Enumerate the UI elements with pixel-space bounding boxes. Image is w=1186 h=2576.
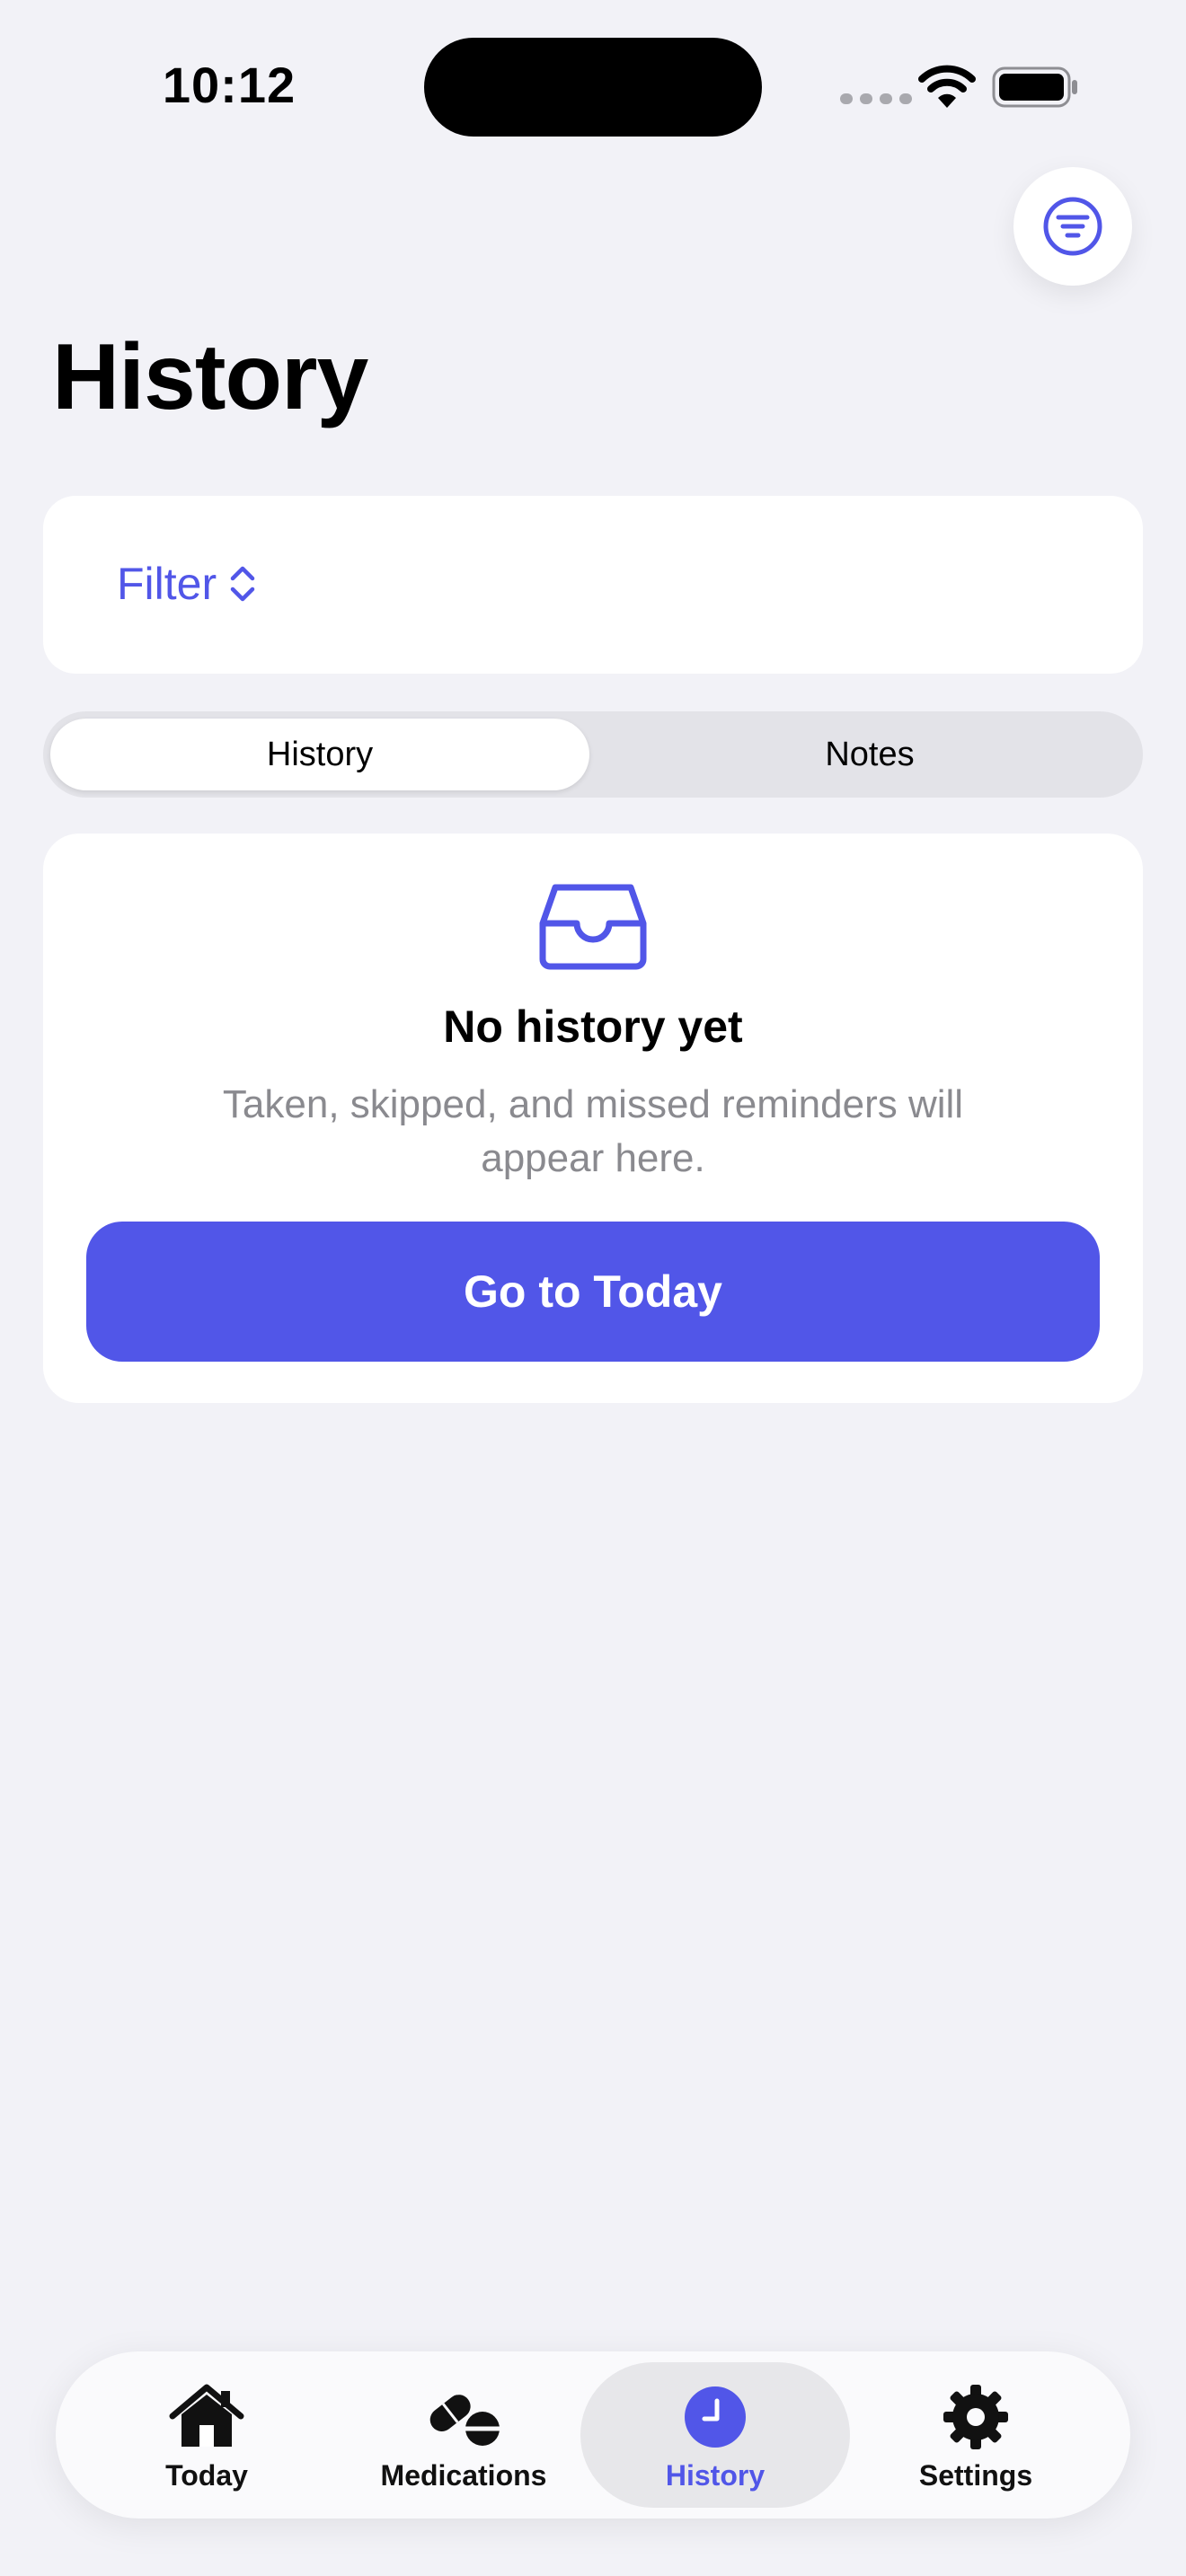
wifi-icon xyxy=(918,65,976,108)
page-title: History xyxy=(52,325,368,429)
battery-icon xyxy=(992,66,1077,108)
filter-label: Filter xyxy=(117,559,217,609)
pills-icon xyxy=(429,2395,500,2446)
history-notes-segmented-control: History Notes xyxy=(43,711,1143,798)
empty-state-card: No history yet Taken, skipped, and misse… xyxy=(43,834,1143,1403)
clock-icon xyxy=(685,2386,746,2448)
chevron-up-down-icon xyxy=(230,566,255,602)
tab-settings[interactable]: Settings xyxy=(841,2362,1111,2508)
tab-bar: Today Medications History Settings xyxy=(56,2351,1130,2519)
tab-today[interactable]: Today xyxy=(72,2362,341,2508)
tab-history-label: History xyxy=(665,2459,766,2492)
tab-history[interactable]: History xyxy=(580,2362,850,2508)
gear-icon xyxy=(943,2385,1008,2449)
tab-medications-label: Medications xyxy=(380,2459,547,2492)
go-to-today-button[interactable]: Go to Today xyxy=(86,1222,1100,1362)
tab-today-label: Today xyxy=(165,2459,248,2492)
cellular-signal-icon xyxy=(840,93,914,104)
status-time: 10:12 xyxy=(162,57,296,113)
tab-medications[interactable]: Medications xyxy=(329,2362,598,2508)
segment-notes[interactable]: Notes xyxy=(604,719,1136,790)
segment-history[interactable]: History xyxy=(50,719,589,790)
filter-button[interactable] xyxy=(1013,167,1132,286)
empty-state-subtitle: Taken, skipped, and missed reminders wil… xyxy=(222,1082,964,1180)
filter-lines-icon xyxy=(1043,197,1102,256)
dynamic-island xyxy=(424,38,762,137)
empty-state-title: No history yet xyxy=(443,1001,743,1052)
tab-settings-label: Settings xyxy=(918,2459,1033,2492)
inbox-tray-icon xyxy=(539,884,647,970)
filter-card: Filter xyxy=(43,496,1143,674)
filter-menu-button[interactable]: Filter xyxy=(117,550,256,618)
house-icon xyxy=(169,2384,244,2447)
